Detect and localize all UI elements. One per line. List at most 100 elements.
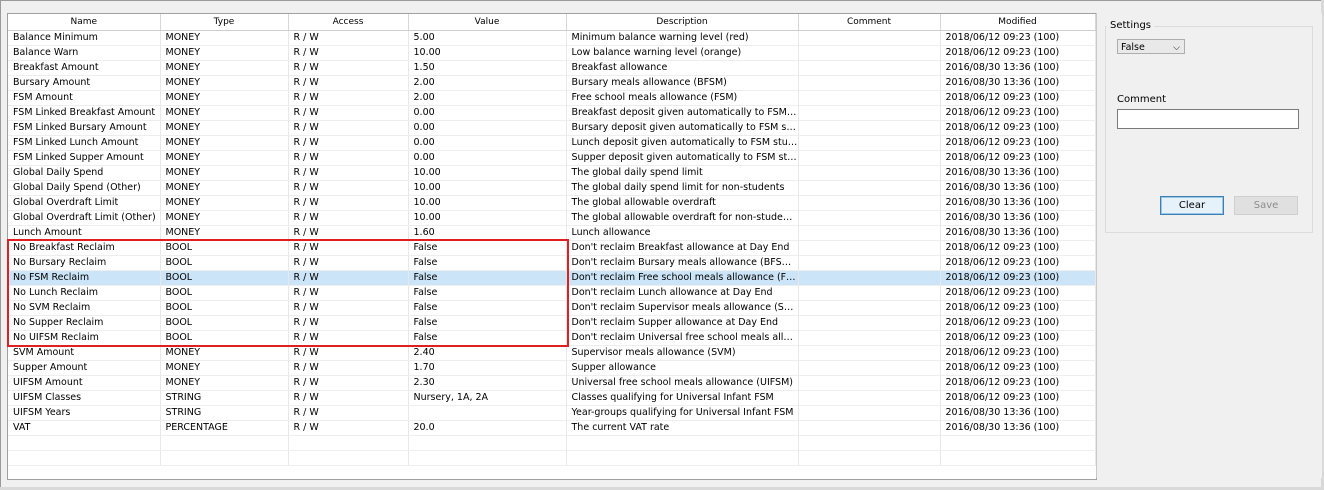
column-header-comment[interactable]: Comment (798, 14, 941, 31)
cell-description: Supper allowance (566, 360, 799, 376)
cell-description: The global allowable overdraft for non-s… (566, 210, 799, 226)
table-row[interactable]: FSM Linked Supper Amount MONEY R / W 0.00 Su… (8, 150, 1096, 166)
value-dropdown[interactable]: False ⌵ (1117, 39, 1185, 54)
table-row[interactable]: No UIFSM Reclaim BOOL R / W False Don't recl… (8, 330, 1096, 346)
cell-comment (798, 90, 941, 106)
cell-modified: 2018/06/12 09:23 (100) (940, 345, 1096, 361)
cell-comment (798, 330, 941, 346)
cell-value: 0.00 (408, 150, 567, 166)
table-row[interactable]: FSM Linked Lunch Amount MONEY R / W 0.00 Lun… (8, 135, 1096, 151)
cell-description: The global daily spend limit (566, 165, 799, 181)
cell-name: Global Overdraft Limit (8, 195, 161, 211)
cell-access: R / W (288, 150, 409, 166)
settings-grid[interactable]: Name Type Access Value Description Comment Mod… (7, 13, 1097, 480)
comment-input[interactable] (1117, 109, 1299, 129)
table-row[interactable]: No Bursary Reclaim BOOL R / W False Don't re… (8, 255, 1096, 271)
cell-description: Don't reclaim Supper allowance at Day En… (566, 315, 799, 331)
column-header-type[interactable]: Type (160, 14, 289, 31)
cell-comment (798, 195, 941, 211)
table-row[interactable]: Lunch Amount MONEY R / W 1.60 Lunch allowanc… (8, 225, 1096, 241)
cell-value: 5.00 (408, 30, 567, 46)
cell-type: PERCENTAGE (160, 420, 289, 436)
table-row[interactable]: No Supper Reclaim BOOL R / W False Don't rec… (8, 315, 1096, 331)
column-header-modified[interactable]: Modified (940, 14, 1096, 31)
table-row[interactable]: Breakfast Amount MONEY R / W 1.50 Breakfast … (8, 60, 1096, 76)
cell-access: R / W (288, 360, 409, 376)
cell-access: R / W (288, 60, 409, 76)
column-header-description[interactable]: Description (566, 14, 799, 31)
cell-type: MONEY (160, 30, 289, 46)
table-row[interactable]: No Breakfast Reclaim BOOL R / W False Don't … (8, 240, 1096, 256)
table-row[interactable]: Balance Minimum MONEY R / W 5.00 Minimum bal… (8, 30, 1096, 46)
cell-comment (798, 180, 941, 196)
column-header-name[interactable]: Name (8, 14, 161, 31)
empty-cell (408, 450, 567, 466)
cell-modified: 2016/08/30 13:36 (100) (940, 75, 1096, 91)
cell-type: MONEY (160, 225, 289, 241)
cell-access: R / W (288, 405, 409, 421)
cell-value: 10.00 (408, 165, 567, 181)
cell-value: 10.00 (408, 45, 567, 61)
empty-cell (408, 435, 567, 451)
empty-cell (566, 435, 799, 451)
cell-access: R / W (288, 300, 409, 316)
cell-access: R / W (288, 225, 409, 241)
cell-value: False (408, 255, 567, 271)
cell-modified: 2018/06/12 09:23 (100) (940, 255, 1096, 271)
cell-type: MONEY (160, 75, 289, 91)
cell-description: Don't reclaim Breakfast allowance at Day… (566, 240, 799, 256)
cell-description: Bursary deposit given automatically to F… (566, 120, 799, 136)
table-row[interactable]: FSM Linked Breakfast Amount MONEY R / W 0.0… (8, 105, 1096, 121)
cell-value: 10.00 (408, 195, 567, 211)
table-row[interactable]: UIFSM Classes STRING R / W Nursery, 1A, 2A C… (8, 390, 1096, 406)
cell-description: Don't reclaim Universal free school meal… (566, 330, 799, 346)
table-row[interactable]: UIFSM Years STRING R / W Year-groups qualif… (8, 405, 1096, 421)
table-row[interactable]: Global Daily Spend (Other) MONEY R / W 10.0… (8, 180, 1096, 196)
table-row[interactable]: Balance Warn MONEY R / W 10.00 Low balance w… (8, 45, 1096, 61)
cell-name: Lunch Amount (8, 225, 161, 241)
table-row[interactable]: Global Overdraft Limit MONEY R / W 10.00 The… (8, 195, 1096, 211)
cell-name: No Bursary Reclaim (8, 255, 161, 271)
cell-access: R / W (288, 90, 409, 106)
cell-modified: 2016/08/30 13:36 (100) (940, 195, 1096, 211)
table-row[interactable]: Global Overdraft Limit (Other) MONEY R / W… (8, 210, 1096, 226)
table-row[interactable]: FSM Linked Bursary Amount MONEY R / W 0.00 B… (8, 120, 1096, 136)
cell-access: R / W (288, 390, 409, 406)
table-row[interactable]: FSM Amount MONEY R / W 2.00 Free school meal… (8, 90, 1096, 106)
clear-button[interactable]: Clear (1160, 196, 1224, 215)
table-row[interactable]: Bursary Amount MONEY R / W 2.00 Bursary meal… (8, 75, 1096, 91)
cell-name: No Lunch Reclaim (8, 285, 161, 301)
save-button[interactable]: Save (1234, 196, 1298, 215)
settings-title: Settings (1107, 20, 1155, 31)
table-row[interactable]: VAT PERCENTAGE R / W 20.0 The current VAT ra… (8, 420, 1096, 436)
cell-value: 2.40 (408, 345, 567, 361)
cell-type: BOOL (160, 240, 289, 256)
cell-value: 20.0 (408, 420, 567, 436)
cell-name: Global Daily Spend (8, 165, 161, 181)
cell-value: 0.00 (408, 135, 567, 151)
cell-value: 0.00 (408, 120, 567, 136)
header-row: Name Type Access Value Description Comment Mod… (8, 14, 1096, 31)
cell-type: BOOL (160, 285, 289, 301)
table-row[interactable]: Supper Amount MONEY R / W 1.70 Supper allowa… (8, 360, 1096, 376)
cell-modified: 2018/06/12 09:23 (100) (940, 135, 1096, 151)
cell-type: BOOL (160, 270, 289, 286)
table-row[interactable]: UIFSM Amount MONEY R / W 2.30 Universal free… (8, 375, 1096, 391)
cell-modified: 2016/08/30 13:36 (100) (940, 165, 1096, 181)
table-row[interactable]: No SVM Reclaim BOOL R / W False Don't reclai… (8, 300, 1096, 316)
column-header-value[interactable]: Value (408, 14, 567, 31)
table-row[interactable]: Global Daily Spend MONEY R / W 10.00 The glo… (8, 165, 1096, 181)
empty-row (8, 450, 1096, 466)
cell-value (408, 405, 567, 421)
table-row[interactable]: No Lunch Reclaim BOOL R / W False Don't recl… (8, 285, 1096, 301)
table-row[interactable]: SVM Amount MONEY R / W 2.40 Supervisor meals… (8, 345, 1096, 361)
cell-type: MONEY (160, 105, 289, 121)
column-header-access[interactable]: Access (288, 14, 409, 31)
table-row[interactable]: No FSM Reclaim BOOL R / W False Don't reclai… (8, 270, 1096, 286)
cell-modified: 2018/06/12 09:23 (100) (940, 300, 1096, 316)
cell-value: False (408, 315, 567, 331)
cell-access: R / W (288, 30, 409, 46)
empty-cell (566, 450, 799, 466)
cell-modified: 2018/06/12 09:23 (100) (940, 240, 1096, 256)
cell-comment (798, 405, 941, 421)
